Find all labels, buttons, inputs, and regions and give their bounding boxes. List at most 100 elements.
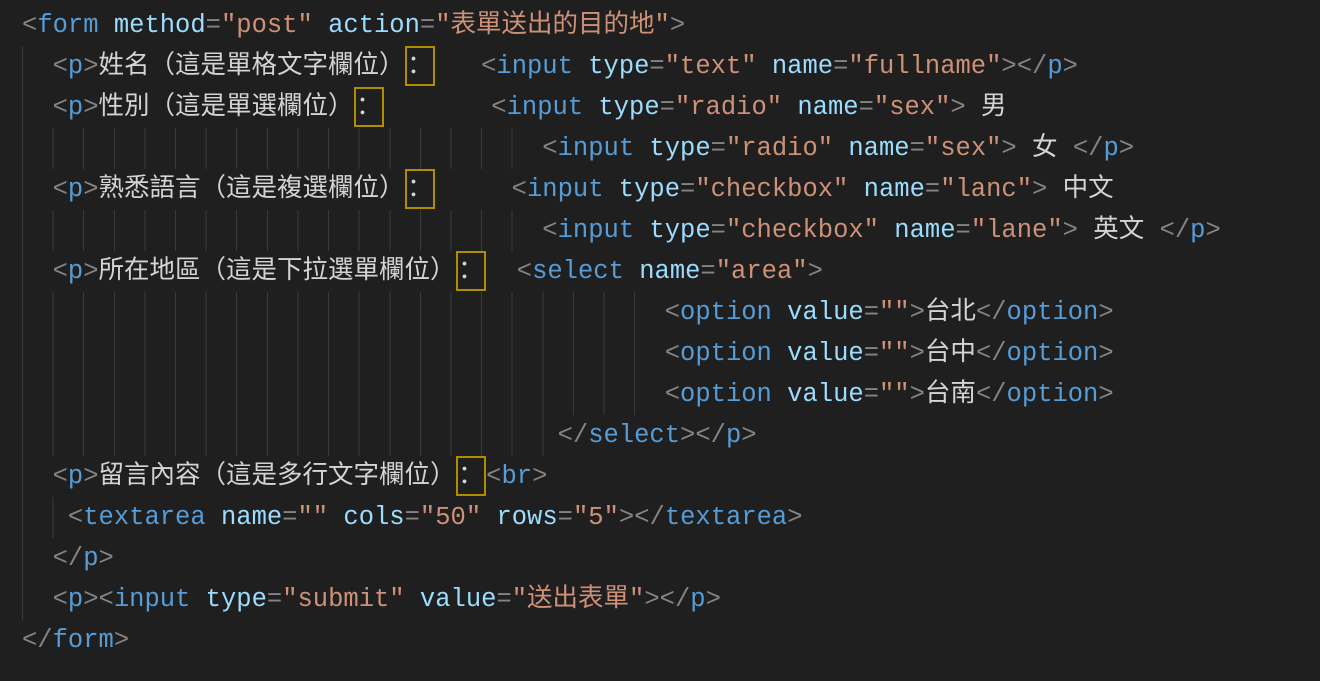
token-attr: type — [573, 52, 650, 81]
token-punc: = — [558, 503, 573, 532]
token-punc: = — [864, 298, 879, 327]
token-tag: input — [114, 585, 191, 614]
token-txt: 英文 — [1078, 216, 1160, 245]
unicode-highlight-box: ： — [405, 46, 436, 86]
token-tag: form — [37, 11, 98, 40]
token-punc: ></ — [680, 421, 726, 450]
token-txt: 性別（這是單選欄位） — [99, 93, 354, 122]
token-tag: input — [527, 175, 604, 204]
token-punc: < — [481, 52, 496, 81]
token-punc: > — [706, 585, 721, 614]
leading-whitespace — [22, 462, 53, 491]
token-str: "post" — [221, 11, 313, 40]
leading-whitespace — [22, 421, 558, 450]
token-attr: rows — [481, 503, 558, 532]
token-punc: < — [53, 585, 68, 614]
token-txt: 台北 — [925, 298, 976, 327]
code-line-4[interactable]: <input type="radio" name="sex"> 女 </p> — [22, 128, 1320, 169]
token-punc: > — [950, 93, 965, 122]
token-ws — [486, 257, 517, 286]
token-attr: name — [833, 134, 910, 163]
token-tag: p — [68, 93, 83, 122]
token-attr: value — [772, 380, 864, 409]
token-txt: 中文 — [1047, 175, 1113, 204]
token-str: "sex" — [925, 134, 1002, 163]
token-txt: 台南 — [925, 380, 976, 409]
token-punc: </ — [558, 421, 589, 450]
token-punc: > — [83, 52, 98, 81]
code-line-16[interactable]: </form> — [22, 620, 1320, 661]
token-punc: ></ — [644, 585, 690, 614]
token-tag: option — [1007, 339, 1099, 368]
token-punc: > — [808, 257, 823, 286]
token-punc: </ — [22, 626, 53, 655]
token-punc: < — [68, 503, 83, 532]
token-punc: = — [496, 585, 511, 614]
token-punc: </ — [1073, 134, 1104, 163]
token-txt: 留言內容（這是多行文字欄位） — [99, 462, 456, 491]
token-str: "" — [879, 380, 910, 409]
token-attr: value — [772, 339, 864, 368]
token-tag: option — [1007, 298, 1099, 327]
token-punc: < — [22, 11, 37, 40]
token-punc: > — [83, 93, 98, 122]
token-punc: = — [711, 216, 726, 245]
code-line-1[interactable]: <form method="post" action="表單送出的目的地"> — [22, 5, 1320, 46]
leading-whitespace — [22, 52, 53, 81]
token-attr: value — [772, 298, 864, 327]
token-punc: < — [53, 93, 68, 122]
code-line-5[interactable]: <p>熟悉語言（這是複選欄位）： <input type="checkbox" … — [22, 169, 1320, 210]
token-attr: type — [634, 216, 711, 245]
code-line-12[interactable]: <p>留言內容（這是多行文字欄位）：<br> — [22, 456, 1320, 497]
token-tag: textarea — [665, 503, 787, 532]
token-punc: < — [665, 298, 680, 327]
token-str: "" — [879, 339, 910, 368]
token-punc: > — [910, 339, 925, 368]
token-punc: > — [1098, 339, 1113, 368]
token-tag: input — [558, 134, 635, 163]
token-punc: < — [542, 216, 557, 245]
token-punc: < — [512, 175, 527, 204]
code-line-2[interactable]: <p>姓名（這是單格文字欄位）： <input type="text" name… — [22, 46, 1320, 87]
token-punc: = — [405, 503, 420, 532]
code-line-13[interactable]: <textarea name="" cols="50" rows="5"></t… — [22, 497, 1320, 538]
token-punc: > — [741, 421, 756, 450]
code-line-10[interactable]: <option value="">台南</option> — [22, 374, 1320, 415]
code-line-6[interactable]: <input type="checkbox" name="lane"> 英文 <… — [22, 210, 1320, 251]
code-line-8[interactable]: <option value="">台北</option> — [22, 292, 1320, 333]
code-line-14[interactable]: </p> — [22, 538, 1320, 579]
token-punc: > — [1119, 134, 1134, 163]
token-punc: = — [833, 52, 848, 81]
token-punc: > — [1063, 52, 1078, 81]
token-punc: > — [787, 503, 802, 532]
token-punc: ></ — [619, 503, 665, 532]
code-line-9[interactable]: <option value="">台中</option> — [22, 333, 1320, 374]
token-punc: = — [660, 93, 675, 122]
token-punc: < — [517, 257, 532, 286]
token-tag: select — [532, 257, 624, 286]
token-txt: 男 — [966, 93, 1007, 122]
token-punc: = — [680, 175, 695, 204]
leading-whitespace — [22, 339, 665, 368]
token-str: "lane" — [971, 216, 1063, 245]
token-ws — [435, 52, 481, 81]
leading-whitespace — [22, 134, 542, 163]
code-line-3[interactable]: <p>性別（這是單選欄位）： <input type="radio" name=… — [22, 87, 1320, 128]
token-attr: method — [99, 11, 206, 40]
code-line-15[interactable]: <p><input type="submit" value="送出表單"></p… — [22, 579, 1320, 620]
token-punc: > — [83, 257, 98, 286]
token-attr: name — [624, 257, 701, 286]
token-punc: < — [665, 380, 680, 409]
code-editor[interactable]: <form method="post" action="表單送出的目的地"> <… — [0, 0, 1320, 681]
leading-whitespace — [22, 503, 68, 532]
leading-whitespace — [22, 298, 665, 327]
token-attr: action — [313, 11, 420, 40]
code-line-7[interactable]: <p>所在地區（這是下拉選單欄位）： <select name="area"> — [22, 251, 1320, 292]
token-attr: name — [206, 503, 283, 532]
token-tag: p — [68, 175, 83, 204]
token-punc: </ — [976, 339, 1007, 368]
token-punc: </ — [1160, 216, 1191, 245]
code-line-11[interactable]: </select></p> — [22, 415, 1320, 456]
token-punc: < — [665, 339, 680, 368]
token-punc: > — [1098, 298, 1113, 327]
